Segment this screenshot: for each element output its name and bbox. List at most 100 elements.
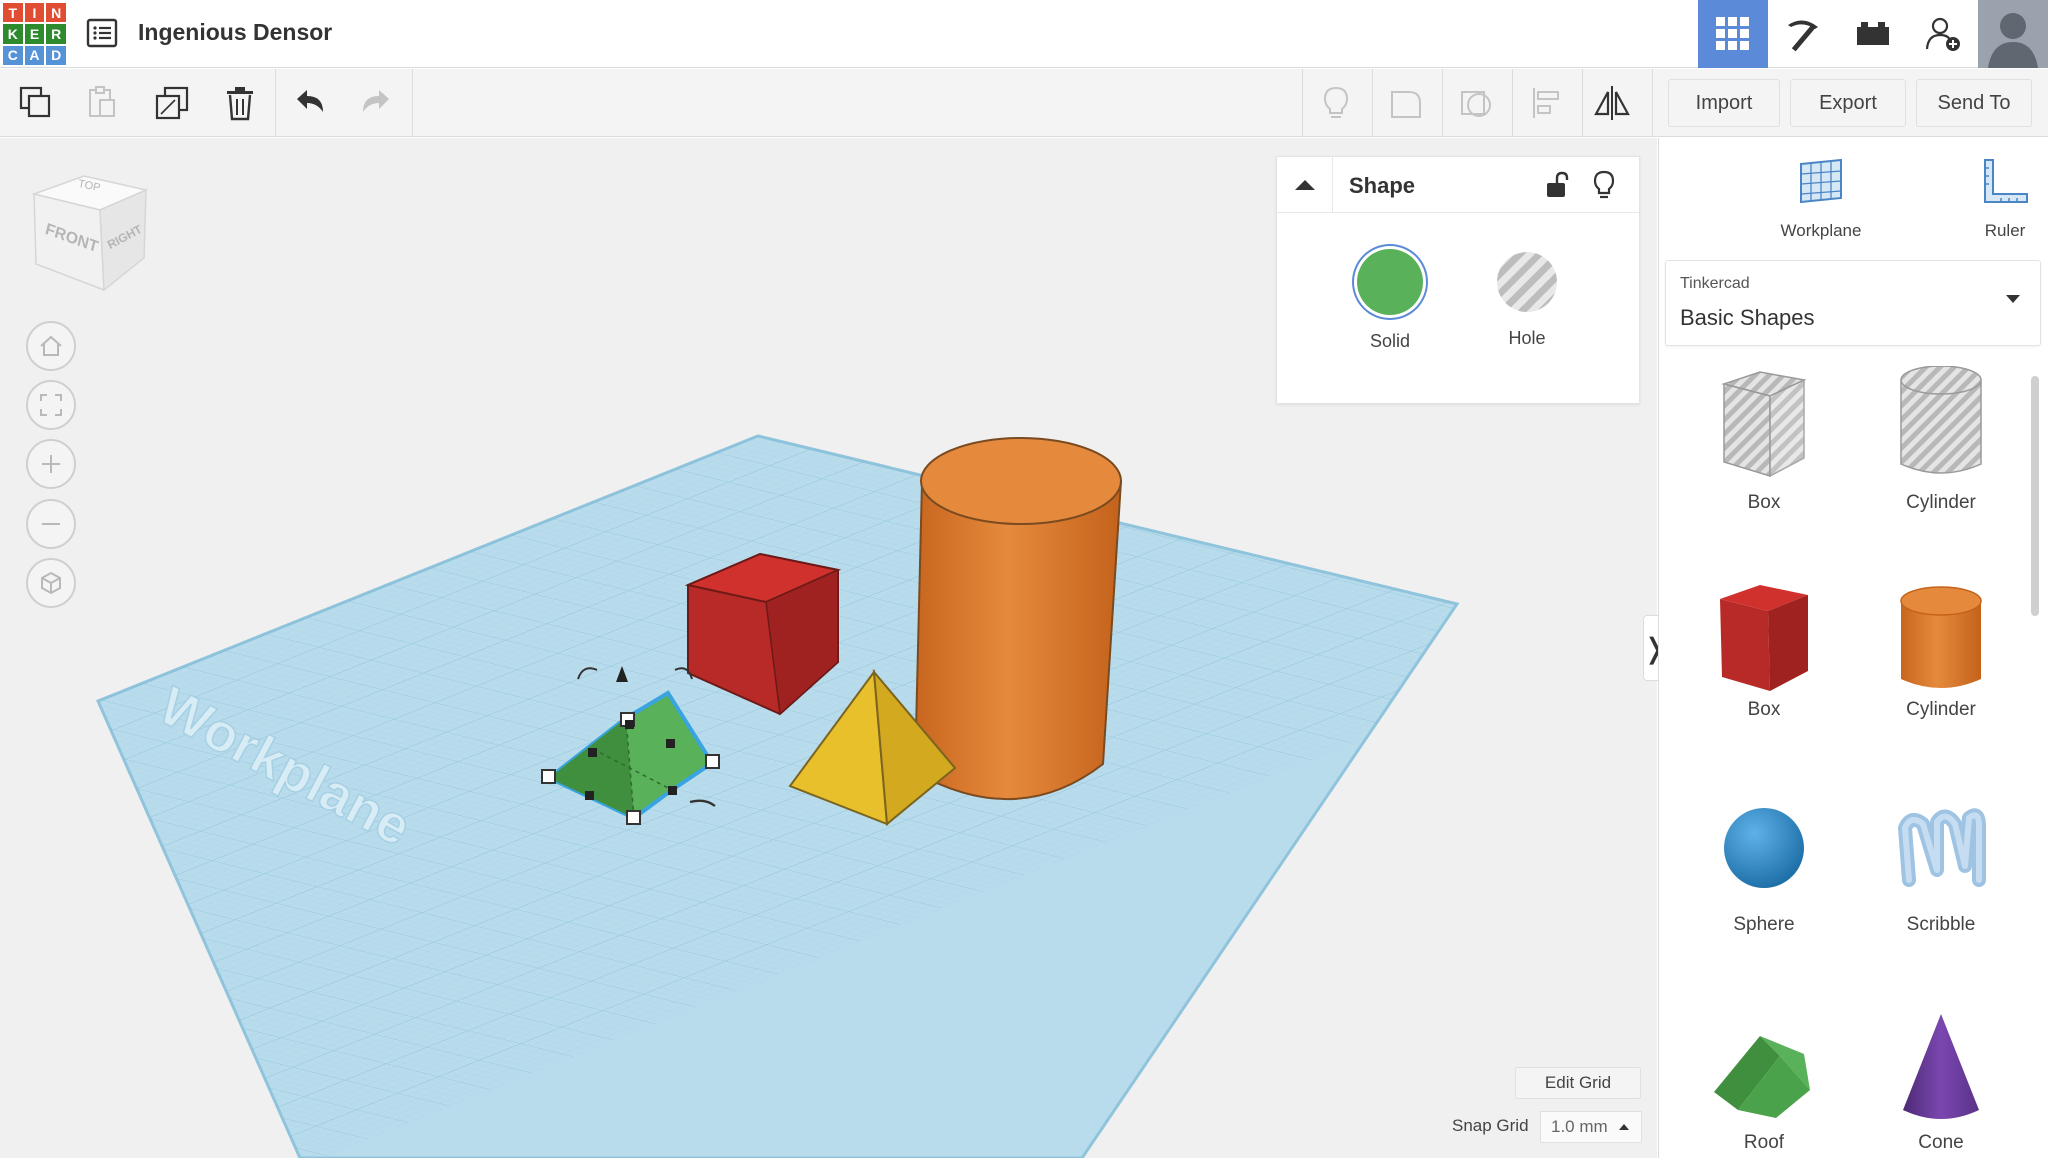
ruler-tool[interactable]: Ruler (1945, 156, 2048, 241)
sphere-icon (1724, 808, 1804, 888)
invite-user-button[interactable] (1908, 0, 1978, 68)
copy-icon (19, 86, 51, 118)
ungroup-icon (1461, 91, 1491, 117)
shape-label: Scribble (1906, 914, 1976, 935)
shape-sphere[interactable]: Sphere (1684, 788, 1844, 936)
group-icon (1391, 91, 1421, 118)
logo-tile: A (24, 45, 45, 65)
box-icon (1720, 585, 1808, 691)
delete-button[interactable] (218, 82, 262, 124)
shape-scribble[interactable]: Scribble (1861, 788, 2021, 936)
3d-design-view-button[interactable] (1698, 0, 1768, 68)
mirror-icon (1594, 86, 1630, 120)
orthographic-icon (41, 571, 61, 595)
export-button[interactable]: Export (1790, 79, 1906, 127)
solid-option[interactable]: Solid (1350, 249, 1430, 352)
copy-button[interactable] (14, 82, 58, 124)
snap-grid-select[interactable]: 1.0 mm (1540, 1111, 1642, 1143)
shape-roof[interactable]: Roof (1684, 1006, 1844, 1154)
paste-button[interactable] (80, 82, 124, 124)
shapes-panel: Workplane Ruler Tinkercad Basic Shapes B… (1658, 138, 2048, 1158)
hide-toggle[interactable] (1589, 169, 1619, 201)
shape-cone[interactable]: Cone (1861, 1006, 2021, 1154)
fit-view-button[interactable] (26, 380, 76, 430)
orthographic-view-button[interactable] (26, 558, 76, 608)
edit-grid-button[interactable]: Edit Grid (1515, 1067, 1641, 1099)
light-bulb-icon (1323, 86, 1349, 118)
toolbar-divider (1582, 69, 1583, 137)
import-button[interactable]: Import (1668, 79, 1780, 127)
codeblocks-button[interactable] (1768, 0, 1838, 68)
logo-tile: N (46, 3, 66, 23)
shape-inspector-header: Shape (1277, 157, 1639, 213)
zoom-out-icon (42, 523, 60, 525)
logo-tile: I (24, 3, 45, 23)
fit-view-icon (40, 394, 62, 416)
bricks-button[interactable] (1838, 0, 1908, 68)
logo-tile: T (3, 3, 23, 23)
workplane-tool[interactable]: Workplane (1761, 156, 1881, 241)
collapse-inspector-button[interactable] (1277, 157, 1333, 213)
edit-toolbar: Import Export Send To (0, 69, 2048, 137)
shape-label: Cone (1918, 1132, 1964, 1153)
group-button[interactable] (1384, 82, 1428, 124)
design-list-icon[interactable] (86, 17, 118, 49)
snap-grid-value: 1.0 mm (1551, 1117, 1608, 1136)
shape-label: Cylinder (1906, 699, 1976, 720)
light-bulb-icon (1593, 170, 1615, 199)
mirror-button[interactable] (1590, 82, 1634, 124)
logo-tile: C (3, 45, 23, 65)
solid-label: Solid (1369, 331, 1411, 351)
home-icon (40, 335, 62, 356)
design-title[interactable]: Ingenious Densor (138, 19, 332, 46)
redo-button[interactable] (354, 82, 398, 124)
zoom-out-button[interactable] (26, 499, 76, 549)
ruler-tool-label: Ruler (1984, 221, 2026, 240)
toolbar-divider (1442, 69, 1443, 137)
scrollbar[interactable] (2031, 376, 2039, 616)
shape-cylinder[interactable]: Cylinder (1861, 573, 2021, 721)
toolbar-divider (1372, 69, 1373, 137)
shape-cylinder-hole[interactable]: Cylinder (1861, 366, 2021, 514)
shape-box-hole[interactable]: Box (1684, 366, 1844, 514)
undo-button[interactable] (288, 82, 332, 124)
shape-label: Roof (1743, 1132, 1785, 1153)
lock-toggle[interactable] (1541, 170, 1571, 200)
scribble-icon (1898, 808, 1986, 887)
duplicate-button[interactable] (150, 82, 194, 124)
shape-label: Box (1747, 699, 1781, 720)
toolbar-divider (1512, 69, 1513, 137)
shape-inspector: Shape Solid Hole (1276, 156, 1640, 404)
library-name: Basic Shapes (1680, 305, 1815, 330)
tinkercad-logo[interactable]: TIN KER CAD (3, 3, 66, 65)
solid-swatch[interactable] (1357, 249, 1423, 315)
shape-label: Sphere (1733, 914, 1795, 935)
home-view-button[interactable] (26, 321, 76, 371)
avatar[interactable] (1978, 0, 2048, 68)
hole-swatch[interactable] (1497, 252, 1557, 312)
library-source: Tinkercad (1680, 275, 1750, 292)
toolbar-divider (412, 69, 413, 137)
toolbar-divider (1652, 69, 1653, 137)
paste-icon (89, 86, 115, 117)
align-button[interactable] (1524, 82, 1568, 124)
3d-design-view-icon (1716, 17, 1749, 50)
shape-box[interactable]: Box (1684, 573, 1844, 721)
view-cube[interactable]: TOP FRONT RIGHT (30, 172, 150, 292)
toolbar-divider (1302, 69, 1303, 137)
zoom-in-icon (42, 455, 60, 473)
shape-label: Cylinder (1906, 492, 1976, 513)
unlock-icon (1547, 171, 1569, 197)
chevron-up-icon (1294, 180, 1315, 190)
show-all-button[interactable] (1314, 82, 1358, 124)
pickaxe-icon (1788, 20, 1818, 52)
workplane-icon (1800, 158, 1842, 204)
hole-label: Hole (1508, 328, 1546, 348)
ungroup-button[interactable] (1454, 82, 1498, 124)
orange-cylinder[interactable] (913, 437, 1123, 801)
shape-library-dropdown[interactable]: Tinkercad Basic Shapes (1665, 260, 2041, 346)
user-avatar-icon (1978, 0, 2048, 68)
send-to-button[interactable]: Send To (1916, 79, 2032, 127)
hole-option[interactable]: Hole (1487, 249, 1567, 349)
zoom-in-button[interactable] (26, 439, 76, 489)
